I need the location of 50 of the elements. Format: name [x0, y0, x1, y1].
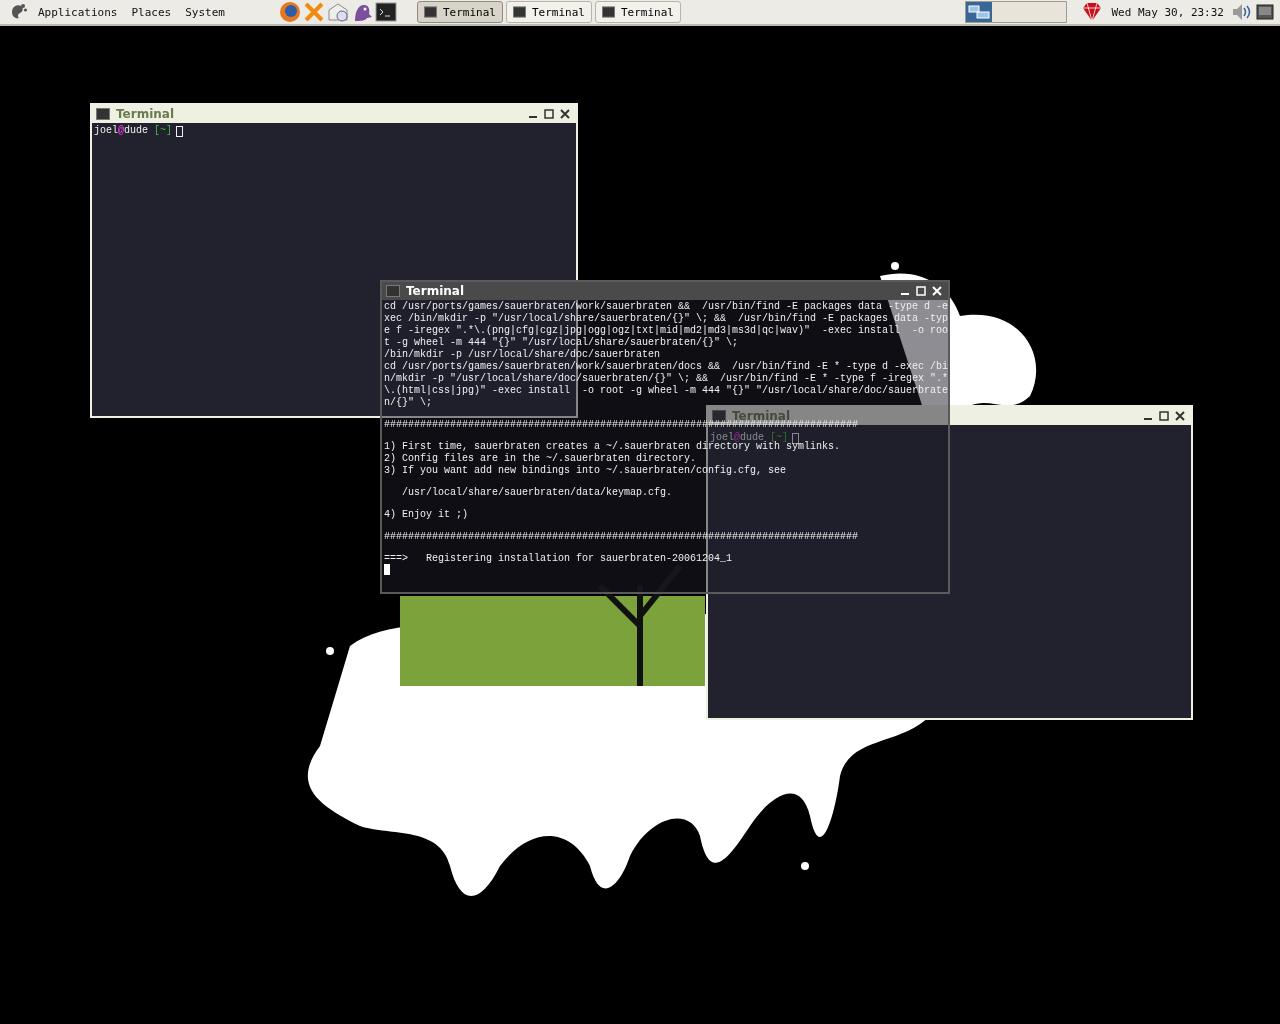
terminal-output-line: ###############################################################################	[384, 532, 859, 542]
mail-clock-icon[interactable]	[327, 1, 349, 23]
terminal-output-line: 1) First time, sauerbraten creates a ~/.sauerbraten directory with symlinks.	[384, 442, 841, 452]
window-title: Terminal	[732, 411, 791, 421]
panel-menu[interactable]: Applications	[32, 3, 124, 21]
panel-menu[interactable]: System	[179, 3, 231, 21]
taskbar-button[interactable]: Terminal	[595, 1, 681, 23]
terminal-output-line: ===> Registering installation for sauerbraten-20061204_1	[384, 554, 733, 564]
maximize-icon[interactable]	[544, 109, 554, 119]
gem-icon[interactable]	[1081, 1, 1104, 23]
panel-menu[interactable]: Places	[125, 3, 178, 21]
terminal-output-line: /usr/local/share/sauerbraten/data/keymap.cfg.	[401, 488, 673, 498]
terminal-icon	[513, 6, 526, 18]
taskbar-button[interactable]: Terminal	[417, 1, 503, 23]
terminal-output-line: e f -iregex ".*\.(png|cfg|cgz|jpg|ogg|ogz|txt|mid|md2|md3|ms3d|qc|wav)" -exec install -o roo	[384, 326, 949, 336]
terminal-icon	[96, 108, 110, 120]
paint-drop	[891, 262, 899, 270]
workspace-switcher[interactable]	[965, 1, 1068, 23]
terminal-output-line: ###############################################################################	[384, 420, 859, 430]
terminal-output-line: \.(html|css|jpg)" -exec install -o root -g wheel -m 444 "{}" "/usr/local/share/doc/sauerbrate	[384, 386, 949, 396]
maximize-icon[interactable]	[1159, 411, 1169, 421]
terminal-output-line: 2) Config files are in the ~/.sauerbraten directory.	[384, 454, 697, 464]
terminal-output-line: 4) Enjoy it ;)	[384, 510, 468, 520]
text-cursor	[176, 125, 184, 137]
terminal-output-line: cd /usr/ports/games/sauerbraten/work/sauerbraten/docs && /usr/bin/find -E * -type d -exec /bi	[384, 362, 949, 372]
terminal-icon	[424, 6, 437, 18]
terminal-output-line: n/mkdir -p "/usr/local/share/doc/sauerbraten/{}" \; && /usr/bin/find -E * -type f -iregex ".*	[384, 374, 949, 384]
window-title: Terminal	[116, 109, 175, 119]
text-cursor	[384, 564, 390, 575]
desktop-icon[interactable]	[1256, 4, 1274, 20]
clock[interactable]: Wed May 30, 23:32	[1111, 5, 1224, 19]
globe-icon[interactable]	[279, 1, 301, 23]
window-title: Terminal	[406, 286, 465, 296]
terminal-output-line: cd /usr/ports/games/sauerbraten/work/sauerbraten && /usr/bin/find -E packages data -type d -e	[384, 302, 949, 312]
terminal-output-line: xec /bin/mkdir -p "/usr/local/share/sauerbraten/{}" \; && /usr/bin/find -E packages data -typ	[384, 314, 949, 324]
terminal-output-line: n/{}" \;	[384, 398, 432, 408]
taskbar-button[interactable]: Terminal	[506, 1, 592, 23]
close-icon[interactable]	[1175, 411, 1185, 421]
paint-drop	[326, 647, 334, 655]
workspace-icon	[967, 3, 992, 21]
close-icon[interactable]	[560, 109, 570, 119]
terminal-output-line: t -g wheel -m 444 "{}" "/usr/local/share/sauerbraten/{}" \;	[384, 338, 739, 348]
terminal-icon	[712, 410, 726, 422]
paint-drop	[801, 862, 809, 870]
terminal-icon[interactable]	[375, 1, 397, 23]
terminal-output-line: 3) If you want add new bindings into ~/.sauerbraten/config.cfg, see	[384, 466, 787, 476]
terminal-icon	[386, 285, 400, 297]
terminal-icon	[602, 6, 615, 18]
shell-prompt: joel@dude [~]	[94, 125, 173, 137]
terminal-output-line: /bin/mkdir -p /usr/local/share/doc/sauerbraten	[384, 350, 661, 360]
